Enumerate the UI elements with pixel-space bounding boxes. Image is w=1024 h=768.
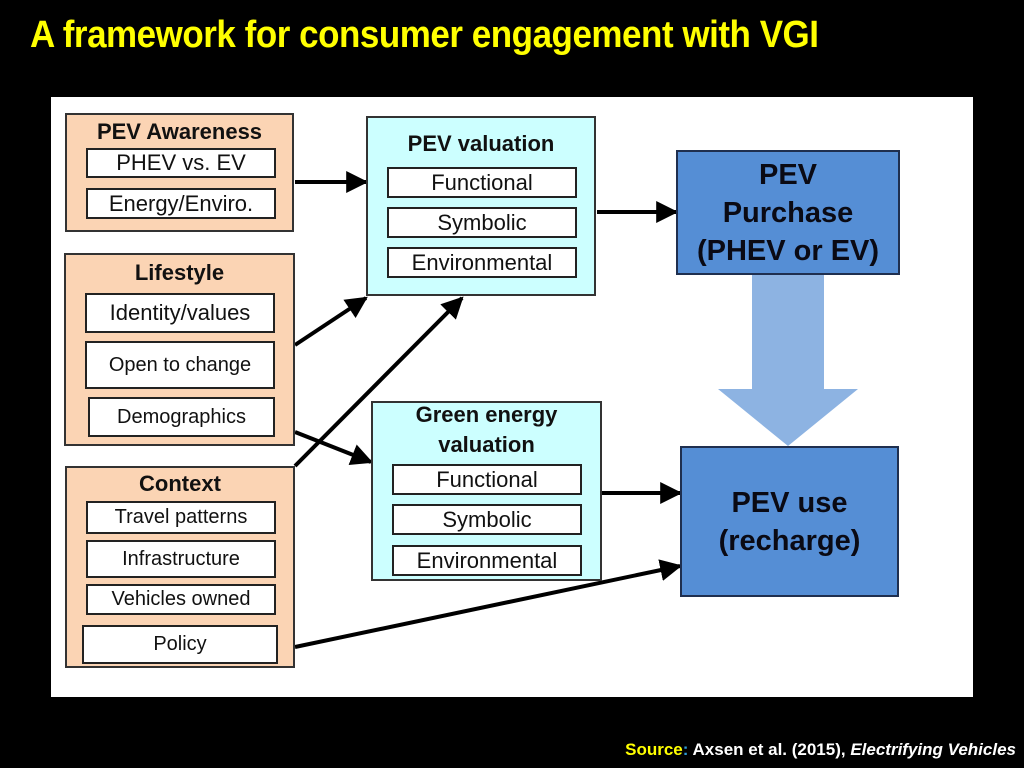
pev-purchase-line3: (PHEV or EV) [696,234,880,267]
context-item: Vehicles owned [86,584,276,615]
green-valuation-item: Functional [392,464,582,495]
pev-purchase-line2: Purchase [722,196,854,229]
pev-awareness-title: PEV Awareness [96,119,263,144]
lifestyle-item: Identity/values [85,293,275,333]
purchase-to-use-big-arrow [718,274,858,446]
pev-valuation-title: PEV valuation [407,131,555,156]
green-valuation-item: Environmental [392,545,582,576]
pev-valuation-item: Environmental [387,247,577,278]
awareness-item: Energy/Enviro. [86,188,276,219]
source-work-title: Electrifying Vehicles [850,740,1016,759]
green-energy-valuation-group: Green energy valuation Functional Symbol… [371,401,602,581]
source-citation: Source: Axsen et al. (2015), Electrifyin… [625,740,1016,760]
context-item: Policy [82,625,278,664]
pev-valuation-item: Functional [387,167,577,198]
green-valuation-item: Symbolic [392,504,582,535]
lifestyle-title: Lifestyle [134,260,225,285]
lifestyle-item: Demographics [88,397,275,437]
pev-use-box: PEV use (recharge) [680,446,899,597]
pev-use-line1: PEV use [731,486,848,519]
context-group: Context Travel patterns Infrastructure V… [65,466,295,668]
green-valuation-title-line1: Green energy [415,402,558,427]
pev-valuation-group: PEV valuation Functional Symbolic Enviro… [366,116,596,296]
context-item: Infrastructure [86,540,276,578]
pev-purchase-line1: PEV [758,158,818,191]
pev-purchase-box: PEV Purchase (PHEV or EV) [676,150,900,275]
pev-use-line2: (recharge) [718,524,861,557]
pev-awareness-group: PEV Awareness PHEV vs. EV Energy/Enviro. [65,113,294,232]
slide-title: A framework for consumer engagement with… [30,14,819,56]
green-valuation-title-line2: valuation [438,432,535,457]
lifestyle-group: Lifestyle Identity/values Open to change… [64,253,295,446]
pev-valuation-item: Symbolic [387,207,577,238]
source-label: Source [625,740,683,759]
source-authors: Axsen et al. (2015), [688,740,851,759]
context-item: Travel patterns [86,501,276,534]
awareness-item: PHEV vs. EV [86,148,276,178]
lifestyle-item: Open to change [85,341,275,389]
context-title: Context [139,471,221,496]
